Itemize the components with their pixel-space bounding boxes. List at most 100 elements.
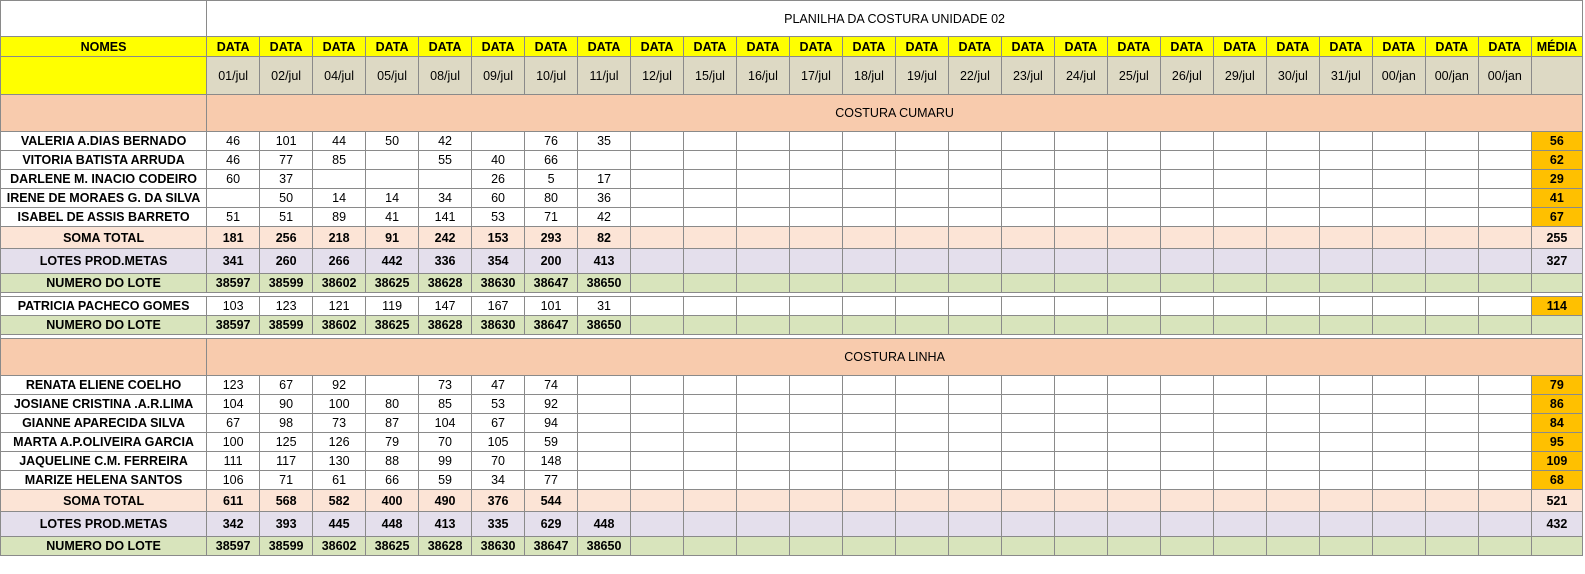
value-cell[interactable]: 393 (259, 511, 314, 537)
employee-name[interactable]: VALERIA A.DIAS BERNADO (0, 131, 208, 151)
value-cell[interactable] (577, 150, 632, 170)
value-cell[interactable] (894, 315, 949, 335)
value-cell[interactable] (683, 150, 737, 170)
value-cell[interactable]: 38650 (577, 273, 632, 293)
value-cell[interactable] (735, 207, 790, 227)
value-cell[interactable] (1106, 296, 1161, 316)
value-cell[interactable] (365, 169, 420, 189)
media-header-blank[interactable] (1530, 56, 1584, 95)
data-header-5[interactable]: DATA (471, 36, 526, 57)
employee-name[interactable]: DARLENE M. INACIO CODEIRO (0, 169, 208, 189)
value-cell[interactable] (1000, 188, 1055, 208)
value-cell[interactable]: 100 (312, 394, 367, 414)
media-cell[interactable]: 327 (1530, 248, 1584, 274)
value-cell[interactable] (1265, 248, 1320, 274)
value-cell[interactable] (1053, 536, 1108, 556)
value-cell[interactable] (894, 470, 949, 490)
value-cell[interactable]: 141 (418, 207, 473, 227)
value-cell[interactable] (312, 169, 367, 189)
data-header-22[interactable]: DATA (1371, 36, 1426, 57)
value-cell[interactable] (735, 375, 790, 395)
value-cell[interactable] (683, 394, 737, 414)
date-header-22[interactable]: 00/jan (1371, 56, 1426, 95)
date-header-3[interactable]: 05/jul (365, 56, 420, 95)
value-cell[interactable] (630, 150, 684, 170)
value-cell[interactable]: 90 (259, 394, 314, 414)
value-cell[interactable] (1159, 296, 1214, 316)
value-cell[interactable] (894, 273, 949, 293)
value-cell[interactable] (1159, 432, 1214, 452)
value-cell[interactable]: 376 (471, 489, 526, 512)
value-cell[interactable] (788, 226, 843, 249)
value-cell[interactable] (788, 248, 843, 274)
value-cell[interactable] (947, 536, 1002, 556)
value-cell[interactable] (1477, 511, 1532, 537)
value-cell[interactable] (841, 315, 896, 335)
value-cell[interactable]: 37 (259, 169, 314, 189)
value-cell[interactable] (1159, 375, 1214, 395)
value-cell[interactable] (788, 207, 843, 227)
value-cell[interactable]: 76 (524, 131, 579, 151)
value-cell[interactable]: 38630 (471, 315, 526, 335)
value-cell[interactable]: 167 (471, 296, 526, 316)
value-cell[interactable]: 242 (418, 226, 473, 249)
value-cell[interactable] (894, 536, 949, 556)
value-cell[interactable] (947, 511, 1002, 537)
value-cell[interactable] (1106, 375, 1161, 395)
value-cell[interactable]: 103 (206, 296, 261, 316)
value-cell[interactable] (1053, 226, 1108, 249)
value-cell[interactable]: 123 (259, 296, 314, 316)
value-cell[interactable]: 82 (577, 226, 632, 249)
value-cell[interactable] (1053, 296, 1108, 316)
value-cell[interactable]: 147 (418, 296, 473, 316)
value-cell[interactable] (947, 432, 1002, 452)
value-cell[interactable]: 99 (418, 451, 473, 471)
value-cell[interactable] (1371, 489, 1426, 512)
value-cell[interactable] (1318, 131, 1373, 151)
value-cell[interactable]: 42 (577, 207, 632, 227)
value-cell[interactable]: 38599 (259, 273, 314, 293)
value-cell[interactable] (1424, 226, 1479, 249)
data-header-21[interactable]: DATA (1318, 36, 1373, 57)
value-cell[interactable]: 34 (471, 470, 526, 490)
value-cell[interactable] (1000, 536, 1055, 556)
value-cell[interactable] (1106, 273, 1161, 293)
value-cell[interactable]: 38625 (365, 273, 420, 293)
value-cell[interactable]: 47 (471, 375, 526, 395)
value-cell[interactable]: 117 (259, 451, 314, 471)
value-cell[interactable]: 448 (577, 511, 632, 537)
value-cell[interactable] (1318, 169, 1373, 189)
value-cell[interactable] (683, 413, 737, 433)
value-cell[interactable]: 61 (312, 470, 367, 490)
value-cell[interactable] (735, 131, 790, 151)
value-cell[interactable] (1265, 394, 1320, 414)
value-cell[interactable]: 59 (524, 432, 579, 452)
value-cell[interactable] (577, 432, 632, 452)
data-header-23[interactable]: DATA (1424, 36, 1479, 57)
value-cell[interactable] (1053, 207, 1108, 227)
value-cell[interactable] (1318, 489, 1373, 512)
data-header-2[interactable]: DATA (312, 36, 367, 57)
value-cell[interactable] (735, 169, 790, 189)
value-cell[interactable] (735, 273, 790, 293)
value-cell[interactable] (1212, 470, 1267, 490)
value-cell[interactable]: 105 (471, 432, 526, 452)
value-cell[interactable]: 442 (365, 248, 420, 274)
value-cell[interactable] (1318, 248, 1373, 274)
value-cell[interactable]: 38602 (312, 536, 367, 556)
data-header-1[interactable]: DATA (259, 36, 314, 57)
date-header-20[interactable]: 30/jul (1265, 56, 1320, 95)
value-cell[interactable] (1212, 413, 1267, 433)
value-cell[interactable] (577, 394, 632, 414)
value-cell[interactable]: 88 (365, 451, 420, 471)
value-cell[interactable]: 60 (206, 169, 261, 189)
date-header-13[interactable]: 19/jul (894, 56, 949, 95)
data-header-19[interactable]: DATA (1212, 36, 1267, 57)
value-cell[interactable] (947, 248, 1002, 274)
value-cell[interactable] (630, 451, 684, 471)
value-cell[interactable] (630, 489, 684, 512)
value-cell[interactable] (1424, 169, 1479, 189)
value-cell[interactable] (1159, 451, 1214, 471)
value-cell[interactable]: 46 (206, 131, 261, 151)
date-header-11[interactable]: 17/jul (788, 56, 843, 95)
